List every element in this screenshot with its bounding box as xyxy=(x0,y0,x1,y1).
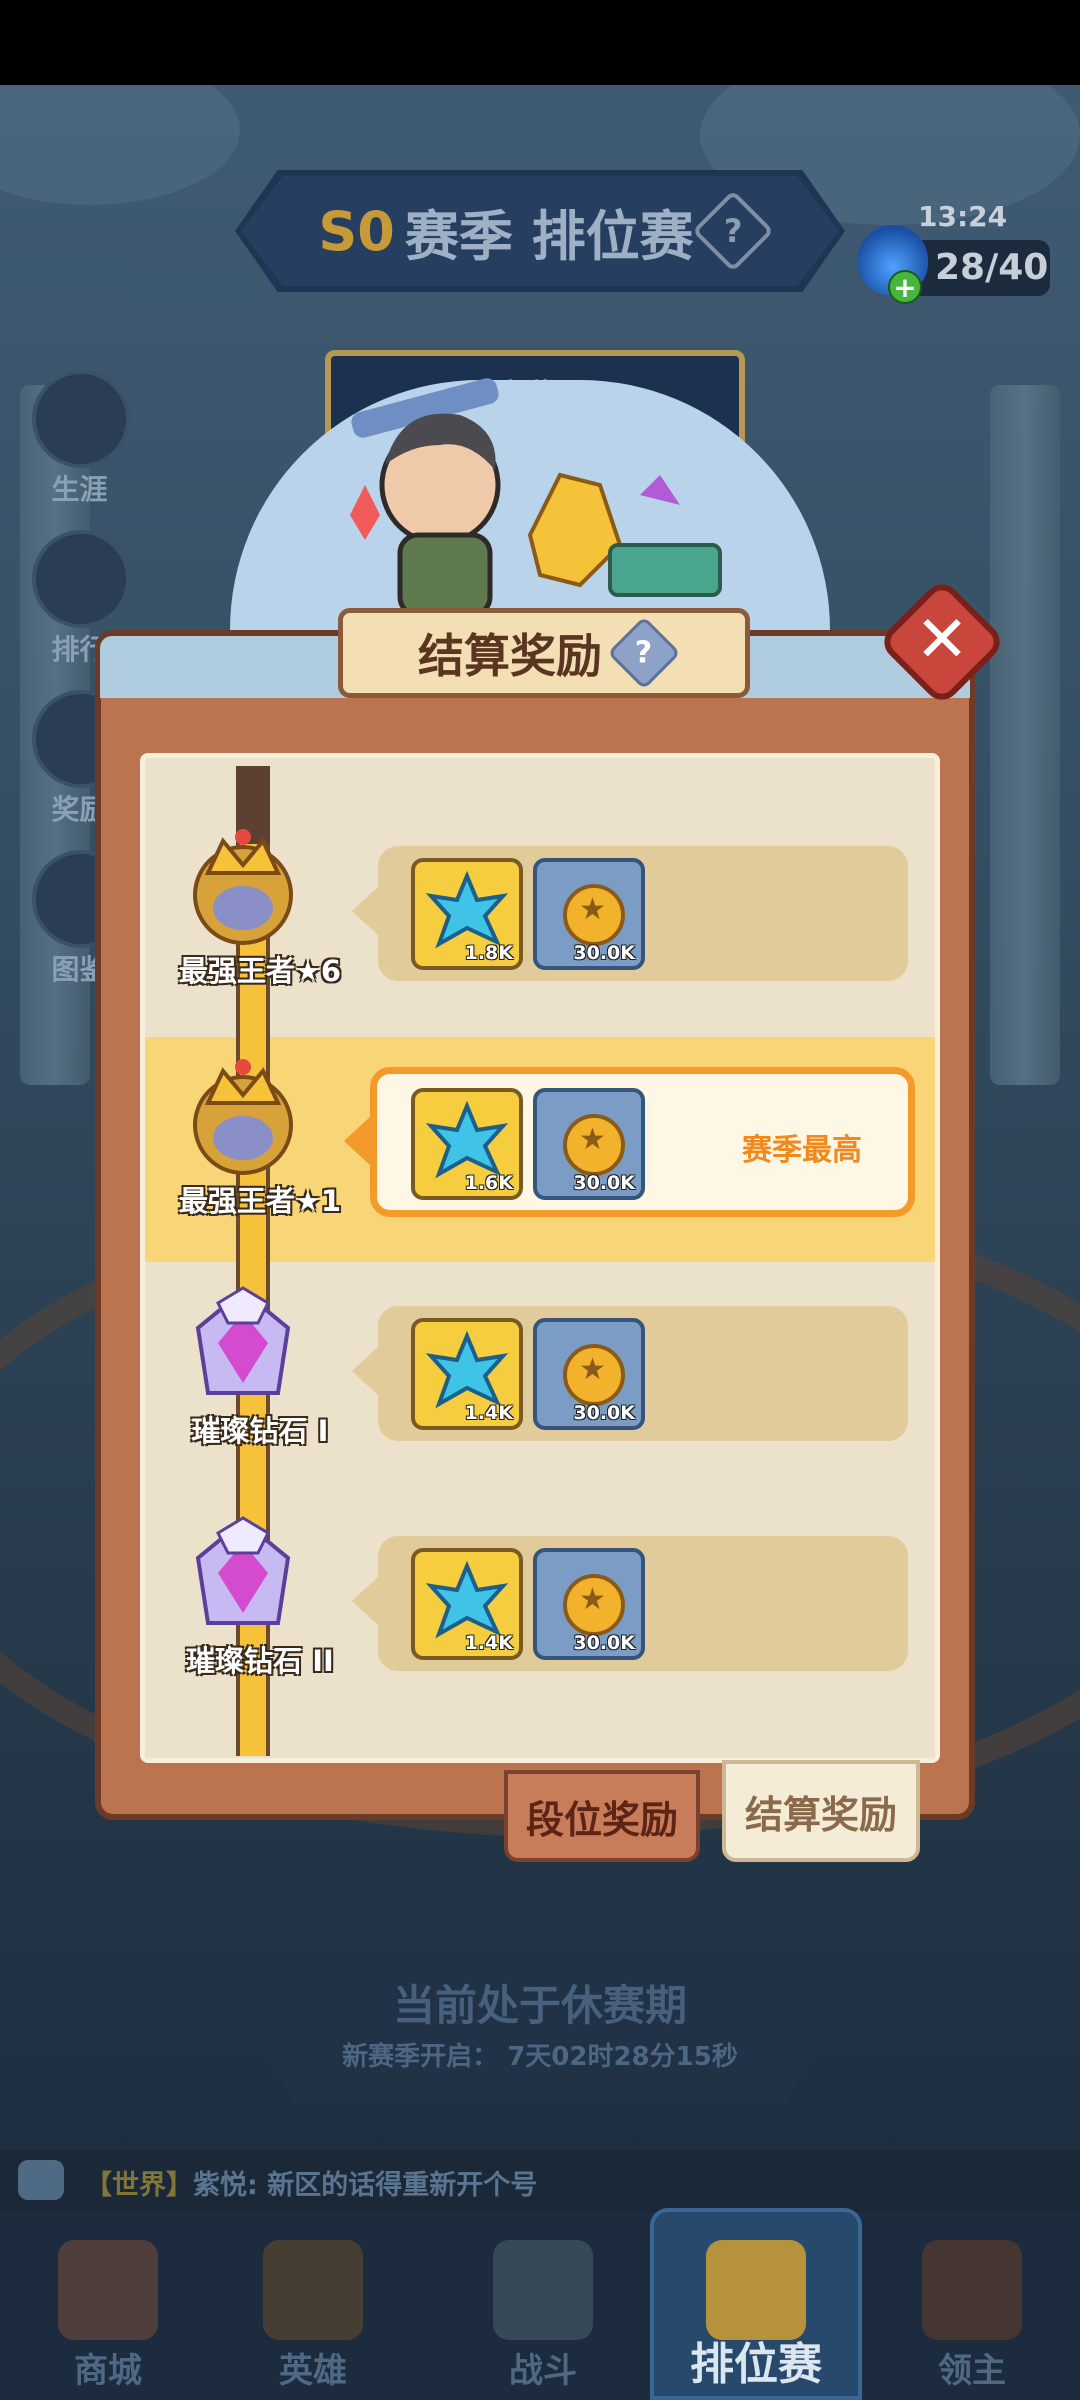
status-bar xyxy=(0,0,1080,85)
nav-ranked-label: 排位赛 xyxy=(690,2339,822,2390)
coin-quantity: 30.0K xyxy=(573,1172,635,1194)
nav-shop[interactable]: 商城 xyxy=(0,2212,216,2400)
reward-pointer xyxy=(352,1345,380,1397)
gem-reward[interactable]: 1.4K xyxy=(411,1318,523,1430)
gold-coin-icon xyxy=(563,1114,625,1176)
gem-reward[interactable]: 1.4K xyxy=(411,1548,523,1660)
rank-name: 最强王者★1 xyxy=(178,1184,342,1218)
coin-reward[interactable]: 30.0K xyxy=(533,1548,645,1660)
gold-coin-icon xyxy=(563,1344,625,1406)
season-code: S0 xyxy=(318,199,395,263)
king-crown-icon xyxy=(193,1059,293,1175)
career-icon xyxy=(32,370,130,468)
gem-quantity: 1.8K xyxy=(464,942,513,964)
energy-timer: 13:24 xyxy=(918,200,1008,233)
side-career-label: 生涯 xyxy=(51,473,108,506)
nav-battle[interactable]: 战斗 xyxy=(435,2212,651,2400)
season-title: S0 赛季 排位赛 ? xyxy=(235,170,845,292)
tab-settlement-rewards[interactable]: 结算奖励 xyxy=(722,1760,920,1862)
nav-shop-label: 商城 xyxy=(74,2351,142,2391)
gold-coin-icon xyxy=(563,884,625,946)
close-icon[interactable]: ✕ xyxy=(912,604,972,676)
crossed-swords-icon xyxy=(493,2240,593,2340)
shop-icon xyxy=(58,2240,158,2340)
hero-card-icon xyxy=(263,2240,363,2340)
nav-lord-label: 领主 xyxy=(938,2351,1006,2391)
king-crown-icon xyxy=(193,829,293,945)
gem-reward[interactable]: 1.8K xyxy=(411,858,523,970)
reward-pointer xyxy=(344,1115,372,1167)
add-energy-button[interactable]: + xyxy=(888,270,922,304)
season-best-label: 赛季最高 xyxy=(742,1133,862,1168)
energy-value: 28/40 xyxy=(935,247,1049,288)
tab-rank-rewards[interactable]: 段位奖励 xyxy=(504,1770,700,1862)
chat-channel: 【世界】 xyxy=(85,2170,193,2201)
coin-quantity: 30.0K xyxy=(573,1632,635,1654)
chat-bubble-icon[interactable] xyxy=(18,2160,64,2200)
side-career-button[interactable]: 生涯 xyxy=(32,370,130,508)
diamond-crown-icon xyxy=(195,1286,291,1395)
diamond-crown-icon xyxy=(195,1516,291,1625)
nav-hero-label: 英雄 xyxy=(279,2351,347,2391)
gem-quantity: 1.4K xyxy=(464,1402,513,1424)
ranking-icon xyxy=(32,530,130,628)
nav-hero[interactable]: 英雄 xyxy=(205,2212,421,2400)
season-name: 赛季 排位赛 xyxy=(404,204,694,268)
chat-message[interactable]: 【世界】紫悦: 新区的话得重新开个号 xyxy=(85,2163,537,2202)
dialog-title-banner: 结算奖励 ? xyxy=(338,608,750,698)
coin-reward[interactable]: 30.0K xyxy=(533,1318,645,1430)
reward-pointer xyxy=(352,1575,380,1627)
dialog-title: 结算奖励 xyxy=(418,629,602,683)
ranked-shield-icon xyxy=(706,2240,806,2340)
gem-quantity: 1.4K xyxy=(464,1632,513,1654)
nav-lord[interactable]: 领主 xyxy=(864,2212,1080,2400)
gem-reward[interactable]: 1.6K xyxy=(411,1088,523,1200)
rank-name: 最强王者★6 xyxy=(178,954,342,988)
gold-coin-icon xyxy=(563,1574,625,1636)
coin-quantity: 30.0K xyxy=(573,1402,635,1424)
offseason-countdown: 新赛季开启： 7天02时28分15秒 xyxy=(342,2042,738,2072)
rank-name: 璀璨钻石 II xyxy=(186,1644,334,1678)
rank-name: 璀璨钻石 I xyxy=(191,1414,329,1448)
hero-character-icon xyxy=(350,378,722,615)
gem-quantity: 1.6K xyxy=(464,1172,513,1194)
coin-quantity: 30.0K xyxy=(573,942,635,964)
dialog-help-icon[interactable]: ? xyxy=(607,616,681,690)
coin-reward[interactable]: 30.0K xyxy=(533,858,645,970)
lord-banner-icon xyxy=(922,2240,1022,2340)
nav-ranked[interactable]: 排位赛 xyxy=(648,2212,864,2400)
chat-message-text: 紫悦: 新区的话得重新开个号 xyxy=(193,2170,538,2201)
reward-pointer xyxy=(352,885,380,937)
nav-battle-label: 战斗 xyxy=(509,2351,577,2391)
coin-reward[interactable]: 30.0K xyxy=(533,1088,645,1200)
offseason-title: 当前处于休赛期 xyxy=(392,1981,687,2030)
